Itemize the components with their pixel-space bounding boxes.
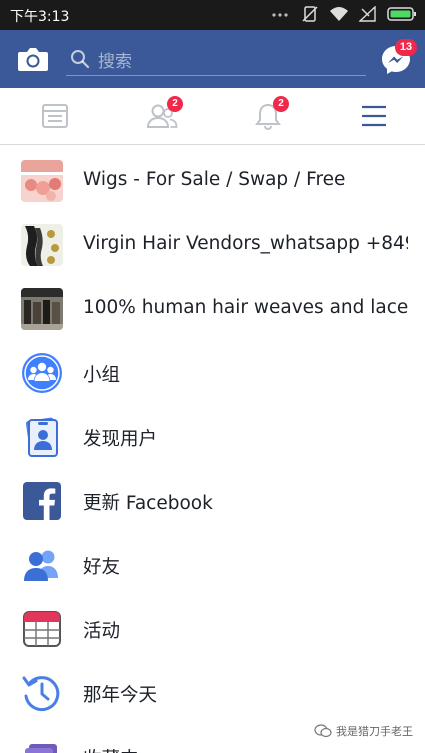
top-bar: 搜索 [0, 30, 425, 88]
menu-item-label: 活动 [83, 621, 121, 642]
list-item-label: Virgin Hair Vendors_whatsapp +849... [83, 233, 408, 254]
menu-item-label: 收藏夹 [83, 745, 408, 753]
menu-icon [362, 105, 386, 127]
status-icons [271, 5, 417, 23]
friend-requests-badge: 2 [167, 96, 183, 112]
saved-icon [25, 744, 57, 753]
notifications-badge: 2 [273, 96, 289, 112]
list-item[interactable]: 100% human hair weaves and lace w... [0, 276, 425, 340]
menu-item-discover-people[interactable]: 发现用户 [0, 404, 425, 468]
menu-item-update-facebook[interactable]: 更新 Facebook [0, 468, 425, 532]
list-item[interactable]: Wigs - For Sale / Swap / Free [0, 148, 425, 212]
group-thumbnail [21, 288, 63, 330]
tab-menu[interactable] [318, 88, 424, 145]
group-thumbnail [21, 224, 63, 266]
search-icon [71, 50, 90, 69]
list-item[interactable]: Virgin Hair Vendors_whatsapp +849... [0, 212, 425, 276]
facebook-icon [23, 482, 61, 520]
friends-icon [24, 550, 58, 581]
on-this-day-icon [22, 676, 60, 712]
tab-friend-requests[interactable]: 2 [106, 88, 212, 145]
news-feed-icon [42, 104, 68, 128]
messenger-badge: 13 [395, 39, 417, 56]
tab-notifications[interactable]: 2 [212, 88, 318, 145]
groups-icon [22, 353, 62, 393]
tab-news-feed[interactable] [0, 88, 106, 145]
battery-icon [387, 7, 416, 21]
status-time: 下午3:13 [10, 9, 70, 25]
events-icon [23, 611, 61, 647]
menu-item-groups[interactable]: 小组 [0, 340, 425, 404]
search-bar[interactable]: 搜索 [66, 40, 366, 76]
search-placeholder: 搜索 [98, 52, 132, 72]
tab-bar: 2 2 [0, 88, 425, 145]
wechat-icon [314, 724, 332, 738]
wifi-icon [330, 7, 348, 21]
menu-item-label: 好友 [83, 557, 121, 578]
menu-item-on-this-day[interactable]: 那年今天 [0, 660, 425, 724]
menu-item-events[interactable]: 活动 [0, 596, 425, 660]
group-thumbnail [21, 160, 63, 202]
menu-item-label: 那年今天 [83, 685, 158, 706]
camera-icon[interactable] [17, 45, 49, 73]
status-bar: 下午3:13 [0, 0, 425, 30]
discover-people-icon [26, 417, 58, 457]
menu-item-label: 更新 Facebook [83, 493, 213, 514]
watermark: 我是猎刀手老王 [314, 723, 413, 739]
menu-item-label: 小组 [83, 365, 121, 386]
mobile-signal-icon [359, 6, 376, 22]
no-sim-icon [302, 6, 318, 22]
signal-dots-icon [272, 13, 288, 17]
list-item-label: Wigs - For Sale / Swap / Free [83, 169, 346, 190]
menu-item-friends[interactable]: 好友 [0, 532, 425, 596]
watermark-text: 我是猎刀手老王 [336, 725, 413, 738]
menu-item-label: 发现用户 [83, 429, 158, 450]
list-item-label: 100% human hair weaves and lace w... [83, 297, 408, 318]
